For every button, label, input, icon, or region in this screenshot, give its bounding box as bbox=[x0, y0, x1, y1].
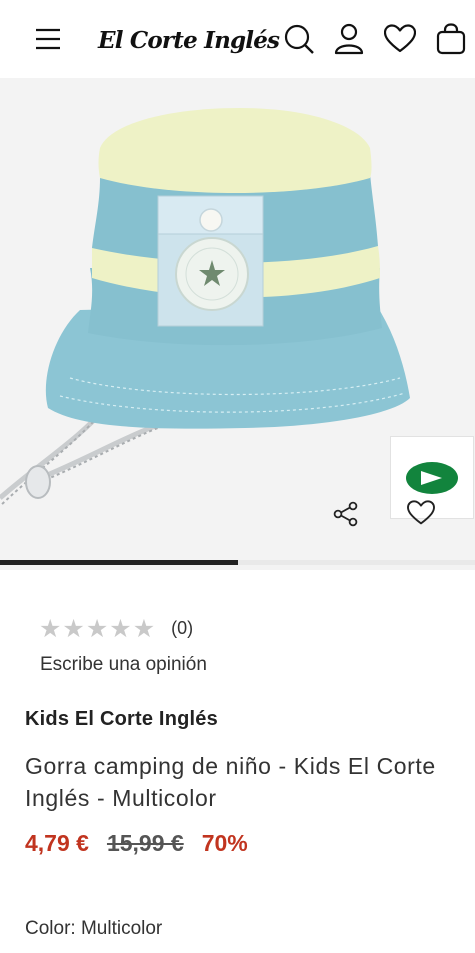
star-icon: ★ bbox=[62, 613, 85, 643]
price-row: 4,79 € 15,99 € 70% bbox=[25, 826, 248, 860]
star-icon: ★ bbox=[132, 613, 156, 643]
original-price: 15,99 € bbox=[106, 829, 184, 856]
star-icon: ★ bbox=[85, 613, 109, 643]
share-icon bbox=[333, 501, 358, 527]
top-header: El Corte Inglés bbox=[0, 0, 475, 78]
account-button[interactable] bbox=[329, 19, 369, 59]
gallery-progress-bar bbox=[0, 560, 475, 565]
bag-button[interactable] bbox=[431, 19, 471, 59]
menu-button[interactable] bbox=[28, 19, 68, 59]
brand-logo[interactable]: El Corte Inglés bbox=[98, 22, 280, 58]
product-brand[interactable]: Kids El Corte Inglés bbox=[25, 708, 218, 731]
current-price: 4,79 € bbox=[25, 829, 89, 856]
product-title: Gorra camping de niño - Kids El Corte In… bbox=[25, 753, 436, 811]
color-label: Color: Multicolor bbox=[25, 918, 163, 939]
search-button[interactable] bbox=[279, 19, 319, 59]
rating-count: (0) bbox=[171, 617, 194, 638]
star-icon: ★ bbox=[39, 613, 62, 643]
share-button[interactable] bbox=[326, 494, 366, 534]
star-icon: ★ bbox=[109, 613, 132, 643]
user-icon bbox=[334, 23, 364, 55]
menu-icon bbox=[36, 28, 60, 50]
favorite-button[interactable] bbox=[400, 492, 442, 534]
rating-stars: ★ ★ ★ ★ ★ bbox=[39, 616, 155, 641]
heart-icon bbox=[407, 500, 435, 525]
product-gallery[interactable] bbox=[0, 78, 475, 570]
bag-icon bbox=[436, 23, 466, 55]
rating-summary[interactable]: ★ ★ ★ ★ ★ (0) bbox=[39, 614, 193, 642]
discount-percent: 70% bbox=[201, 829, 248, 856]
write-review-link[interactable]: Escribe una opinión bbox=[40, 654, 207, 676]
gallery-progress-fill bbox=[0, 560, 238, 565]
heart-icon bbox=[384, 24, 416, 53]
wishlist-button[interactable] bbox=[380, 19, 420, 59]
search-icon bbox=[284, 24, 314, 54]
